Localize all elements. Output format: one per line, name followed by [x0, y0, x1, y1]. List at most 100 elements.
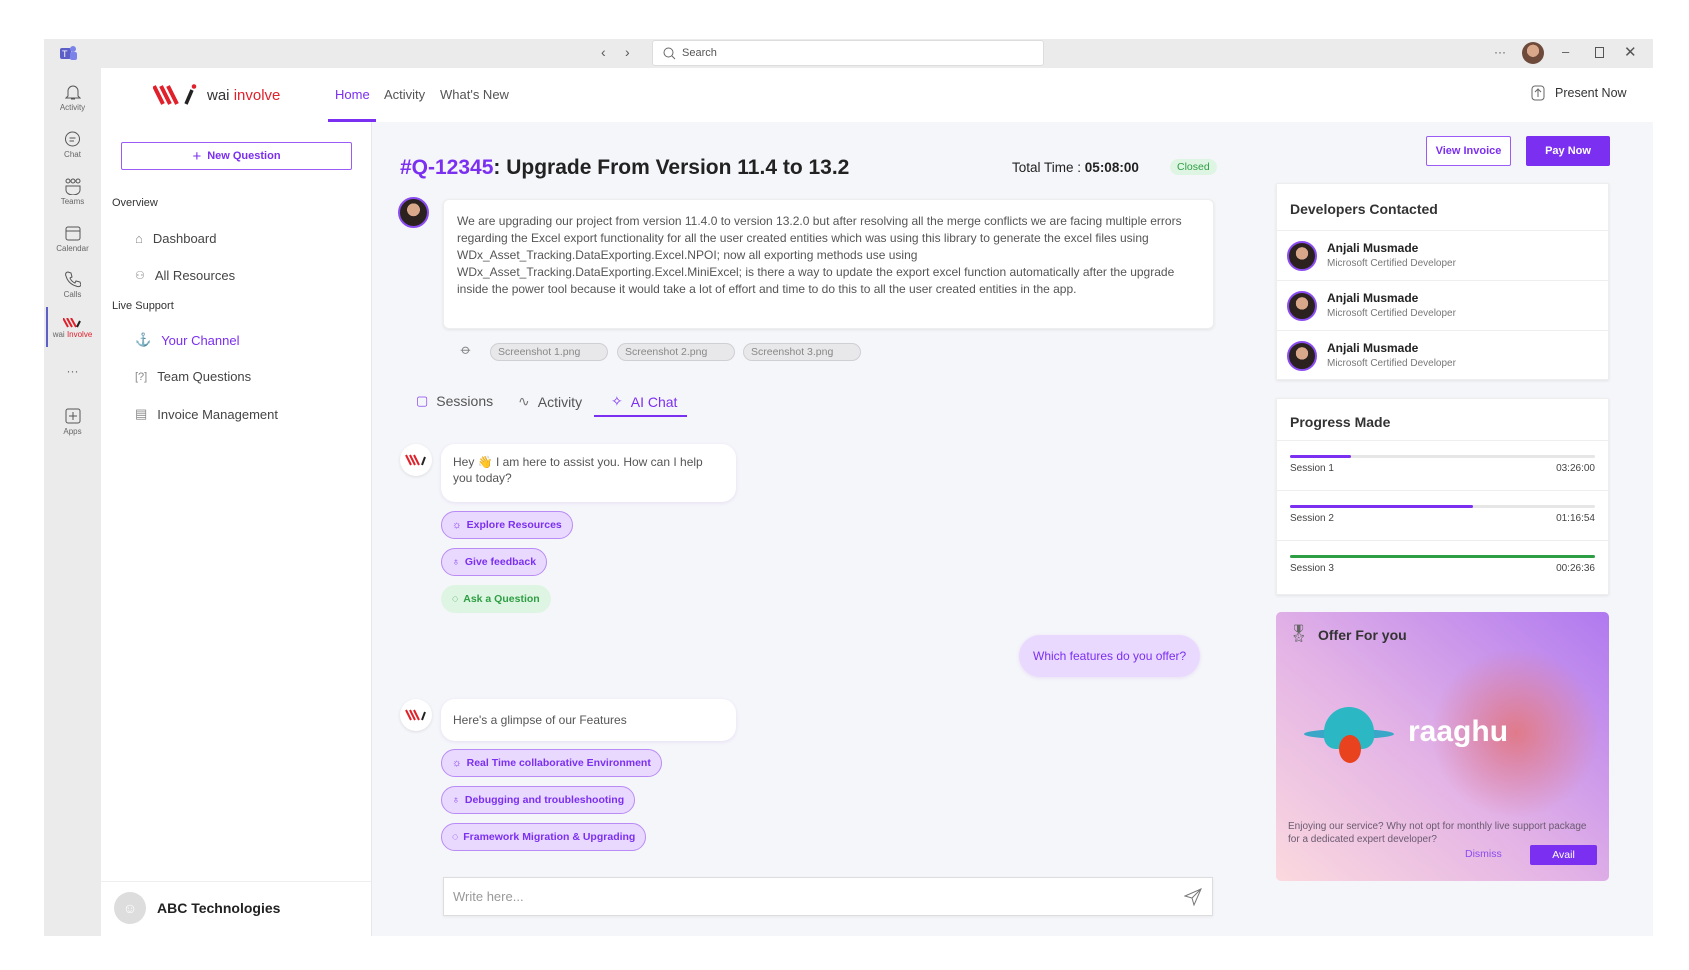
user-message: Which features do you offer? [1019, 635, 1201, 677]
session-time: 01:16:54 [1556, 513, 1595, 524]
chip-label: Ask a Question [463, 593, 540, 605]
rail-label: Calls [63, 290, 82, 299]
page-title: #Q-12345: Upgrade From Version 11.4 to 1… [400, 156, 849, 180]
invoice-icon: ▤ [135, 406, 148, 421]
attachment-chip[interactable]: Screenshot 1.png [490, 343, 608, 361]
search-placeholder: Search [682, 47, 717, 59]
developer-name: Anjali Musmade [1327, 241, 1419, 255]
user-avatar[interactable] [1522, 42, 1544, 64]
tab-sessions[interactable]: ▢ Sessions [416, 393, 493, 409]
sparkle-icon: ✧ [611, 393, 623, 409]
rail-activity[interactable]: Activity [44, 84, 101, 112]
chip-real-time-collab[interactable]: ☼ Real Time collaborative Environment [441, 749, 662, 777]
svg-text:T: T [62, 49, 68, 59]
rail-wai-involve[interactable]: wai Involve [44, 318, 101, 339]
chip-label: Give feedback [464, 556, 537, 568]
maximize-icon[interactable] [1595, 47, 1604, 58]
teams-icon [65, 178, 80, 195]
developer-row[interactable]: Anjali Musmade Microsoft Certified Develo… [1277, 230, 1608, 280]
sidebar-item-your-channel[interactable]: ⚓ Your Channel [135, 332, 240, 348]
teams-window: T ‹ › Search ··· – ✕ Activity Chat Teams… [44, 39, 1653, 936]
chip-label: Real Time collaborative Environment [466, 757, 651, 769]
back-icon[interactable]: ‹ [601, 44, 606, 60]
rail-label: Teams [60, 197, 85, 206]
brand-logo-text: raaghu [1408, 715, 1509, 748]
developer-row[interactable]: Anjali Musmade Microsoft Certified Develo… [1277, 280, 1608, 330]
attachment-chip[interactable]: Screenshot 3.png [743, 343, 861, 361]
rail-teams[interactable]: Teams [44, 178, 101, 206]
offer-text: Enjoying our service? Why not opt for mo… [1288, 821, 1587, 845]
developer-name: Anjali Musmade [1327, 291, 1419, 305]
developer-role: Microsoft Certified Developer [1327, 258, 1456, 269]
chip-framework-migration[interactable]: ◌ Framework Migration & Upgrading [441, 823, 647, 851]
progress-track [1290, 505, 1595, 508]
tab-label: AI Chat [630, 393, 678, 410]
new-question-label: New Question [207, 150, 281, 162]
send-icon[interactable] [1184, 888, 1202, 906]
question-description: We are upgrading our project from versio… [443, 199, 1214, 329]
developer-row[interactable]: Anjali Musmade Microsoft Certified Develo… [1277, 330, 1608, 380]
wai-involve-logo [62, 318, 81, 328]
chat-bubble-icon: ◌ [452, 593, 459, 605]
sidebar-item-invoice-management[interactable]: ▤ Invoice Management [135, 406, 278, 422]
tab-ai-chat[interactable]: ✧ AI Chat [611, 393, 677, 410]
dismiss-button[interactable]: Dismiss [1465, 848, 1502, 860]
rail-calls[interactable]: Calls [44, 271, 101, 299]
rail-label: Calendar [56, 244, 89, 253]
chip-give-feedback[interactable]: ♁ Give feedback [441, 548, 548, 576]
pay-now-button[interactable]: Pay Now [1526, 136, 1610, 166]
award-icon: 🎖 [1288, 624, 1310, 643]
sidebar-item-label: Team Questions [157, 369, 252, 384]
question-id: #Q-12345 [400, 156, 494, 179]
tab-whats-new[interactable]: What's New [440, 87, 509, 102]
chat-input[interactable]: Write here... [443, 877, 1213, 916]
org-name: ABC Technologies [157, 900, 281, 916]
search-input[interactable]: Search [652, 40, 1044, 66]
present-now-button[interactable]: Present Now [1531, 85, 1627, 101]
sidebar-item-label: Your Channel [161, 332, 240, 348]
bug-icon: ☼ [452, 519, 462, 531]
more-icon[interactable]: ··· [1494, 45, 1506, 59]
total-time: Total Time : 05:08:00 [1012, 160, 1139, 175]
rail-label: wai [52, 330, 65, 339]
new-question-button[interactable]: + New Question [121, 142, 352, 170]
rail-more-icon[interactable]: ··· [44, 364, 101, 378]
session-time: 03:26:00 [1556, 463, 1595, 474]
question-title: : Upgrade From Version 11.4 to 13.2 [493, 156, 850, 179]
rail-chat[interactable]: Chat [44, 131, 101, 159]
chip-ask-question[interactable]: ◌ Ask a Question [441, 585, 551, 613]
chip-explore-resources[interactable]: ☼ Explore Resources [441, 511, 573, 539]
sidebar-item-all-resources[interactable]: ⚇ All Resources [135, 268, 235, 283]
tab-activity[interactable]: Activity [384, 87, 425, 102]
view-invoice-button[interactable]: View Invoice [1426, 136, 1511, 166]
offer-card: 🎖 Offer For you raaghu Enjoying our serv… [1276, 612, 1609, 881]
app-rail: Activity Chat Teams Calendar Calls wai I… [44, 68, 101, 936]
sidebar-item-label: All Resources [154, 268, 236, 283]
sidebar-item-label: Dashboard [152, 231, 217, 246]
tab-home[interactable]: Home [335, 87, 370, 102]
tab-label: Sessions [436, 393, 494, 409]
phone-icon [64, 271, 81, 288]
tab-activity[interactable]: ∿ Activity [518, 393, 582, 410]
avail-button[interactable]: Avail [1530, 845, 1597, 865]
forward-icon[interactable]: › [625, 44, 630, 60]
session-row: Session 2 01:16:54 [1277, 490, 1608, 540]
rail-calendar[interactable]: Calendar [44, 225, 101, 253]
sidebar-item-team-questions[interactable]: [?] Team Questions [135, 369, 251, 384]
rail-label: Involve [66, 330, 93, 339]
share-screen-icon [1531, 85, 1545, 101]
rail-label: Chat [64, 150, 81, 159]
close-icon[interactable]: ✕ [1624, 43, 1637, 61]
plus-square-icon [65, 408, 80, 424]
attachment-chip[interactable]: Screenshot 2.png [617, 343, 735, 361]
minimize-icon[interactable]: – [1562, 44, 1569, 59]
rail-apps[interactable]: Apps [44, 408, 101, 436]
total-time-label: Total Time : [1012, 160, 1082, 175]
developers-card: Developers Contacted Anjali Musmade Micro… [1276, 183, 1609, 380]
home-icon: ⌂ [135, 231, 143, 246]
chip-debugging[interactable]: ♁ Debugging and troubleshooting [441, 786, 636, 814]
logo-text: wai [207, 86, 230, 104]
sidebar-item-dashboard[interactable]: ⌂ Dashboard [135, 231, 216, 246]
chat-bubble-icon: ◌ [452, 831, 459, 843]
bell-icon [64, 85, 81, 100]
